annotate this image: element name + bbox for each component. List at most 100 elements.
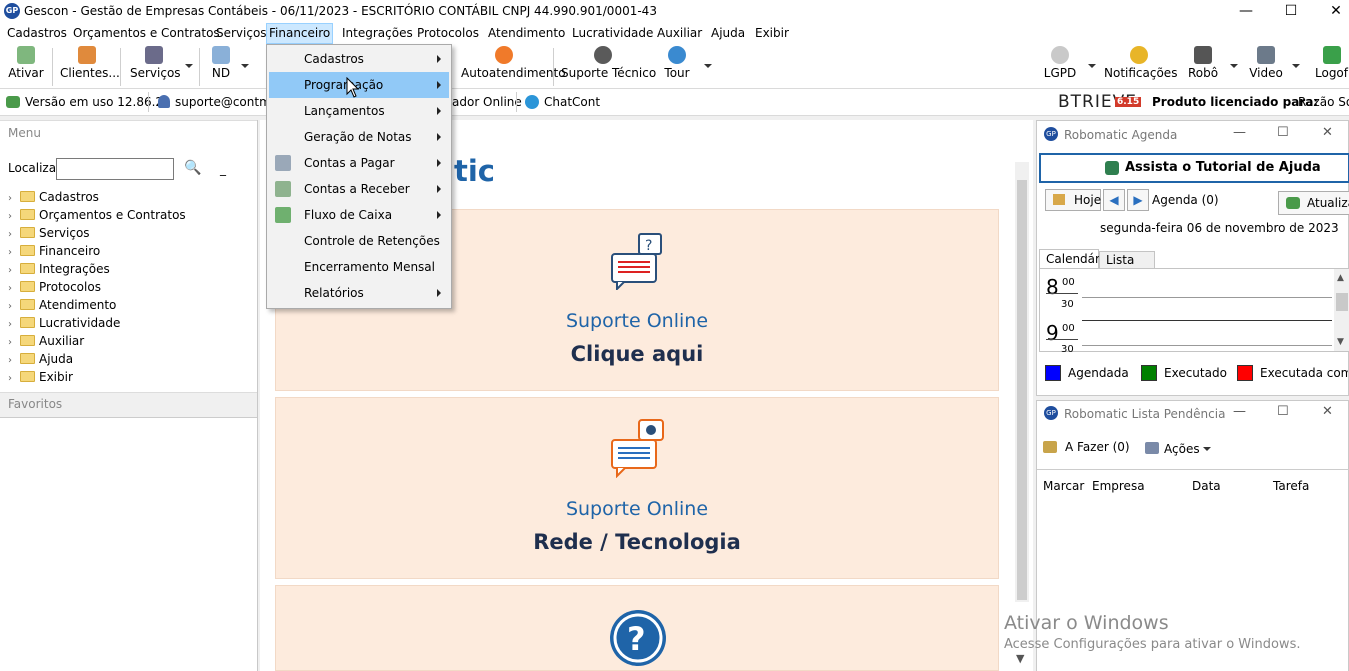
chevron-up-icon: ▲	[1337, 273, 1344, 283]
menu-cadastros[interactable]: Cadastros	[5, 26, 69, 40]
tab-lista[interactable]: Lista	[1099, 251, 1155, 269]
chatcont-link[interactable]: ChatCont	[544, 95, 600, 109]
chat-help-icon: ?	[611, 233, 662, 290]
tour-button[interactable]: Tour	[664, 46, 690, 80]
tour-dropdown-icon[interactable]	[704, 64, 712, 68]
tree-item-financeiro[interactable]: › Financeiro	[8, 244, 100, 258]
tab-calendario[interactable]: Calendário	[1039, 249, 1111, 269]
support-card-network[interactable]: Suporte Online Rede / Tecnologia	[275, 397, 999, 579]
nd-button[interactable]: ND	[207, 46, 235, 80]
menu-ajuda[interactable]: Ajuda	[709, 26, 747, 40]
chevron-down-icon: ▼	[1337, 337, 1344, 347]
logoff-button[interactable]: Logof	[1314, 46, 1349, 80]
submenu-arrow-icon	[437, 55, 441, 63]
menu-auxiliar[interactable]: Auxiliar	[655, 26, 704, 40]
ativar-button[interactable]: Ativar	[8, 46, 44, 80]
user-icon	[158, 95, 170, 108]
tree-item-ajuda[interactable]: › Ajuda	[8, 352, 73, 366]
video-dropdown-icon[interactable]	[1292, 64, 1300, 68]
prev-day-button[interactable]: ◀	[1103, 189, 1125, 211]
col-data[interactable]: Data	[1192, 479, 1221, 493]
dd-geracao-notas[interactable]: Geração de Notas	[269, 124, 449, 150]
tutorial-banner[interactable]: Assista o Tutorial de Ajuda	[1039, 153, 1349, 183]
tree-item-atendimento[interactable]: › Atendimento	[8, 298, 116, 312]
robo-dropdown-icon[interactable]	[1230, 64, 1238, 68]
dd-relatorios[interactable]: Relatórios	[269, 280, 449, 306]
tree-item-orcamentos[interactable]: › Orçamentos e Contratos	[8, 208, 186, 222]
agenda-close-button[interactable]: ✕	[1322, 125, 1333, 140]
next-day-button[interactable]: ▶	[1127, 189, 1149, 211]
robo-button[interactable]: Robô	[1186, 46, 1220, 80]
search-input[interactable]	[56, 158, 174, 180]
pendencias-close-button[interactable]: ✕	[1322, 404, 1333, 419]
suporte-tecnico-button[interactable]: Suporte Técnico	[561, 46, 656, 80]
search-icon[interactable]: 🔍	[184, 160, 201, 176]
tree-item-protocolos[interactable]: › Protocolos	[8, 280, 101, 294]
menu-servicos[interactable]: Serviços	[214, 26, 269, 40]
agenda-minimize-button[interactable]: —	[1233, 125, 1246, 140]
servicos-dropdown-icon[interactable]	[185, 64, 193, 68]
support-card-help[interactable]: ?	[275, 585, 999, 671]
acoes-dropdown-icon[interactable]	[1203, 447, 1211, 451]
collapse-icon[interactable]: _	[220, 162, 226, 176]
dd-encerramento-mensal[interactable]: Encerramento Mensal	[269, 254, 449, 280]
lgpd-dropdown-icon[interactable]	[1088, 64, 1096, 68]
menu-orcamentos[interactable]: Orçamentos e Contratos	[71, 26, 222, 40]
col-empresa[interactable]: Empresa	[1092, 479, 1145, 493]
clientes-button[interactable]: Clientes...	[60, 46, 120, 80]
pendencias-maximize-button[interactable]: ☐	[1277, 404, 1289, 419]
license-label: Produto licenciado para:	[1152, 95, 1319, 109]
toolbar: Ativar Clientes... Serviços ND Autoatend…	[0, 44, 1349, 89]
tutorial-text: Assista o Tutorial de Ajuda	[1125, 160, 1321, 175]
menu-lucratividade[interactable]: Lucratividade	[570, 26, 655, 40]
scrollbar-thumb[interactable]	[1017, 180, 1027, 600]
autoatendimento-button[interactable]: Autoatendimento	[461, 46, 566, 80]
folder-icon	[20, 209, 35, 220]
globe-icon	[668, 46, 686, 64]
minimize-button[interactable]: —	[1223, 0, 1269, 23]
tree-item-exibir[interactable]: › Exibir	[8, 370, 73, 384]
dd-contas-receber[interactable]: Contas a Receber	[269, 176, 449, 202]
menu-bar: Cadastros Orçamentos e Contratos Serviço…	[0, 23, 1349, 44]
acoes-button[interactable]: Ações	[1164, 442, 1200, 456]
col-tarefa[interactable]: Tarefa	[1273, 479, 1309, 493]
calendar-view[interactable]: 8 00 30 9 00 30 ▲ ▼	[1039, 268, 1349, 352]
agenda-window: GP Robomatic Agenda — ☐ ✕ Assista o Tuto…	[1036, 120, 1349, 396]
menu-integracoes[interactable]: Integrações	[340, 26, 415, 40]
chat-network-icon	[611, 419, 664, 478]
dd-lancamentos[interactable]: Lançamentos	[269, 98, 449, 124]
tree-item-servicos[interactable]: › Serviços	[8, 226, 90, 240]
menu-financeiro[interactable]: Financeiro	[266, 23, 334, 44]
col-marcar[interactable]: Marcar	[1043, 479, 1084, 493]
todo-count[interactable]: A Fazer (0)	[1065, 440, 1130, 454]
menu-protocolos[interactable]: Protocolos	[415, 26, 481, 40]
lgpd-button[interactable]: LGPD	[1042, 46, 1078, 80]
menu-atendimento[interactable]: Atendimento	[486, 26, 567, 40]
card-subtitle: Clique aqui	[570, 342, 704, 366]
dd-cadastros[interactable]: Cadastros	[269, 46, 449, 72]
video-button[interactable]: Video	[1248, 46, 1284, 80]
agenda-maximize-button[interactable]: ☐	[1277, 125, 1289, 140]
tree-item-integracoes[interactable]: › Integrações	[8, 262, 110, 276]
notificacoes-button[interactable]: Notificações	[1104, 46, 1177, 80]
info-bar: Versão em uso 12.86.2 suporte@contmark a…	[0, 89, 1349, 116]
chevron-down-icon[interactable]: ▼	[1016, 652, 1024, 665]
close-button[interactable]: ✕	[1313, 0, 1349, 23]
servicos-button[interactable]: Serviços	[130, 46, 181, 80]
tree-item-auxiliar[interactable]: › Auxiliar	[8, 334, 84, 348]
dd-controle-retencoes[interactable]: Controle de Retenções	[269, 228, 449, 254]
tree-item-lucratividade[interactable]: › Lucratividade	[8, 316, 120, 330]
dd-contas-pagar[interactable]: Contas a Pagar	[269, 150, 449, 176]
menu-panel-header: Menu	[8, 126, 41, 140]
submenu-arrow-icon	[437, 159, 441, 167]
menu-exibir[interactable]: Exibir	[753, 26, 791, 40]
dd-fluxo-caixa[interactable]: Fluxo de Caixa	[269, 202, 449, 228]
tree-item-cadastros[interactable]: › Cadastros	[8, 190, 99, 204]
pendencias-minimize-button[interactable]: —	[1233, 404, 1246, 419]
nd-dropdown-icon[interactable]	[241, 64, 249, 68]
card-subtitle: Rede / Tecnologia	[533, 530, 741, 554]
agenda-title: Robomatic Agenda	[1064, 128, 1178, 142]
maximize-button[interactable]: ☐	[1268, 0, 1314, 23]
calendar-icon	[1053, 194, 1065, 205]
svg-text:?: ?	[645, 238, 652, 254]
